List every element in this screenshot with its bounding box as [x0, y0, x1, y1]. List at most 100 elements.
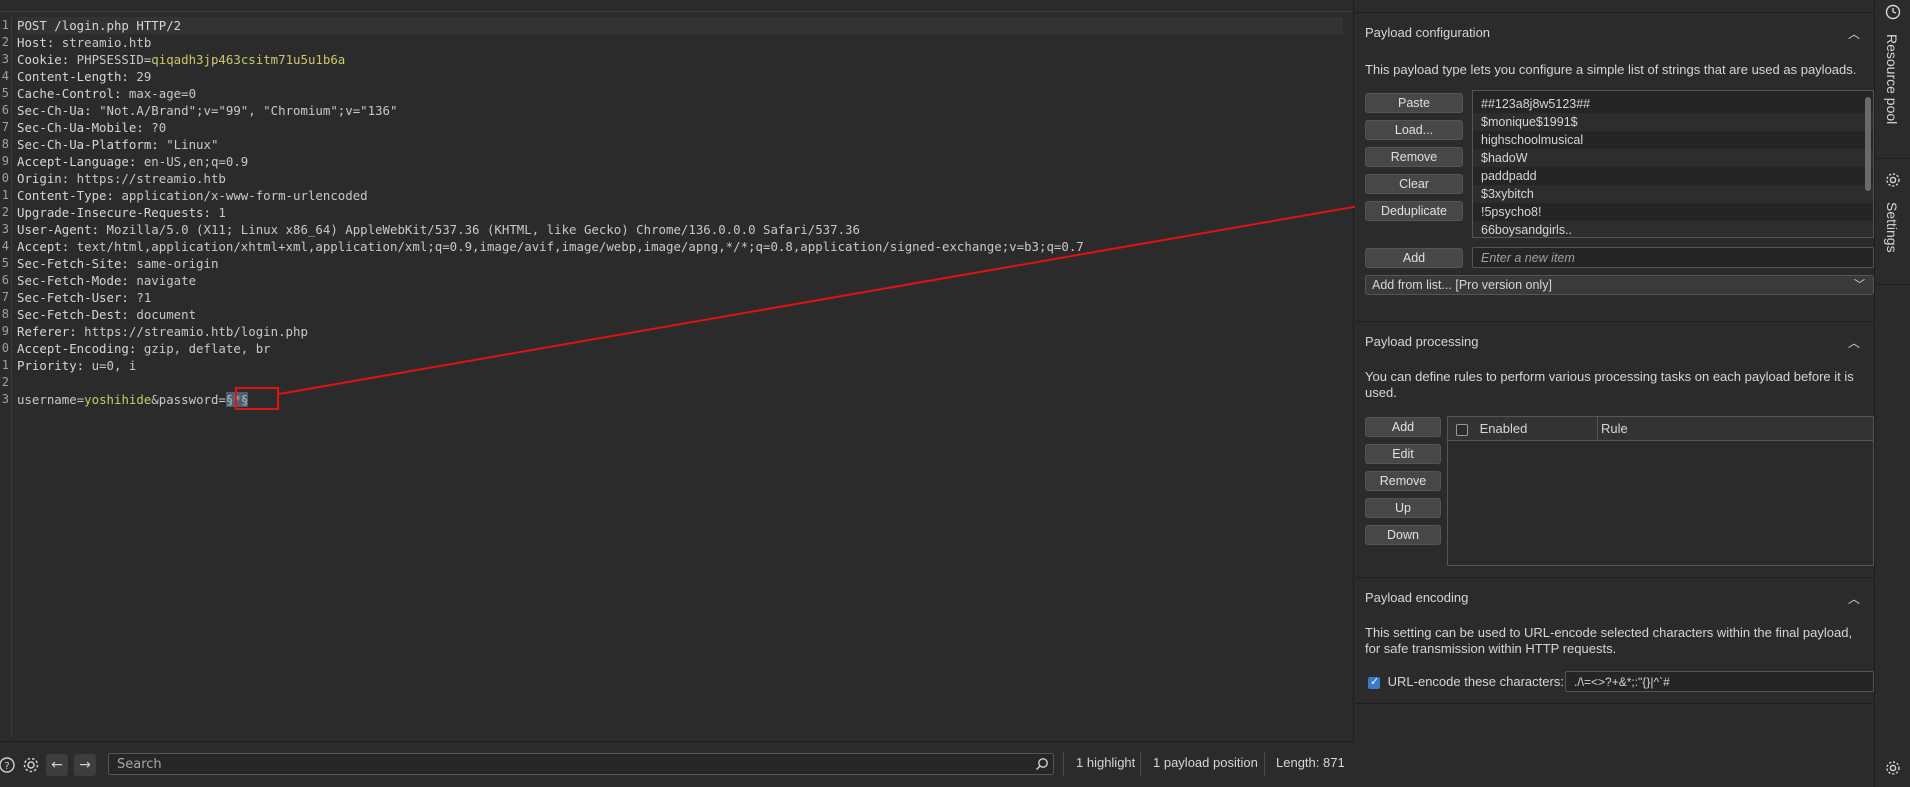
line-number: 5: [1, 256, 9, 270]
header-value: application/x-www-form-urlencoded: [113, 188, 368, 203]
header-host: Host: streamio.htb: [17, 34, 1343, 51]
payload-list[interactable]: ##123a8j8w5123## $monique$1991$ highscho…: [1472, 90, 1874, 238]
header-sec-fetch-mode: Sec-Fetch-Mode: navigate: [17, 272, 1343, 289]
line-number: 6: [1, 273, 9, 287]
edit-rule-button[interactable]: Edit: [1365, 444, 1441, 464]
line-number: 2: [1, 375, 9, 389]
line-number: 1: [1, 18, 9, 32]
add-from-list-label: Add from list... [Pro version only]: [1372, 278, 1552, 292]
paste-button[interactable]: Paste: [1365, 93, 1463, 113]
line-number: 7: [1, 290, 9, 304]
header-name: Sec-Fetch-Mode:: [17, 273, 129, 288]
previous-match-button[interactable]: ←: [46, 754, 68, 776]
help-icon[interactable]: ?: [0, 754, 18, 776]
chevron-up-icon[interactable]: ︿: [1848, 334, 1860, 351]
new-item-input[interactable]: [1472, 247, 1874, 268]
header-sec-fetch-dest: Sec-Fetch-Dest: document: [17, 306, 1343, 323]
line-number: 3: [1, 52, 9, 66]
request-text[interactable]: POST /login.php HTTP/2 Host: streamio.ht…: [17, 17, 1343, 408]
add-from-list-dropdown[interactable]: Add from list... [Pro version only] ﹀: [1365, 275, 1874, 295]
payload-item[interactable]: $monique$1991$: [1473, 113, 1873, 131]
next-match-button[interactable]: →: [74, 754, 96, 776]
header-name: Origin:: [17, 171, 70, 186]
clear-button[interactable]: Clear: [1365, 174, 1463, 194]
gear-icon[interactable]: [20, 754, 42, 776]
settings-tab[interactable]: Settings: [1884, 202, 1900, 253]
line-number: 5: [1, 86, 9, 100]
gear-icon[interactable]: [1884, 760, 1902, 778]
header-value: https://streamio.htb: [69, 171, 226, 186]
add-rule-button[interactable]: Add: [1365, 417, 1441, 437]
header-value: 29: [128, 69, 152, 84]
header-value: en-US,en;q=0.9: [136, 154, 249, 169]
header-value: document: [128, 307, 197, 322]
header-name: Accept-Language:: [17, 154, 137, 169]
payload-configuration-header[interactable]: Payload configuration ︿: [1355, 13, 1874, 51]
request-body: username=yoshihide&password=§*§: [17, 391, 1343, 408]
payload-position-marker[interactable]: §*§: [225, 392, 249, 407]
side-tool-strip: Resource pool Settings: [1874, 0, 1910, 787]
header-name: Sec-Ch-Ua-Platform:: [17, 137, 159, 152]
request-editor[interactable]: 1 2 3 4 5 6 7 8 9 0 1 2 3 4 5 6 7 8 9 0 …: [0, 0, 1354, 741]
url-encode-checkbox[interactable]: [1368, 675, 1380, 689]
column-header-rule[interactable]: Rule: [1598, 417, 1873, 441]
column-header-enabled[interactable]: Enabled: [1448, 417, 1598, 441]
highlight-count: 1 highlight: [1076, 755, 1136, 770]
chevron-up-icon[interactable]: ︿: [1848, 590, 1860, 607]
param-name: password: [158, 392, 219, 407]
payload-item[interactable]: 66boysandgirls..: [1473, 221, 1873, 237]
scrollbar[interactable]: [1865, 97, 1871, 191]
gear-icon[interactable]: [1884, 172, 1902, 190]
section-title: Payload processing: [1365, 333, 1479, 349]
header-name: Cache-Control:: [17, 86, 122, 101]
header-name: Sec-Ch-Ua:: [17, 103, 92, 118]
section-title: Payload configuration: [1365, 24, 1491, 40]
payload-configuration-description: This payload type lets you configure a s…: [1365, 62, 1857, 77]
remove-button[interactable]: Remove: [1365, 147, 1463, 167]
line-number: 8: [1, 137, 9, 151]
payload-item[interactable]: $3xybitch: [1473, 185, 1873, 203]
payload-item[interactable]: paddpadd: [1473, 167, 1873, 185]
url-encode-chars-input[interactable]: [1565, 671, 1874, 692]
cookie-name: PHPSESSID: [69, 52, 144, 67]
line-number: 1: [1, 358, 9, 372]
payload-encoding-header[interactable]: Payload encoding ︿: [1355, 578, 1874, 616]
processing-rules-table[interactable]: Enabled Rule: [1447, 416, 1874, 566]
move-up-button[interactable]: Up: [1365, 498, 1441, 518]
header-name: Sec-Fetch-Dest:: [17, 307, 129, 322]
url-encode-label: URL-encode these characters:: [1387, 674, 1564, 689]
resource-pool-tab[interactable]: Resource pool: [1884, 34, 1900, 124]
payload-item[interactable]: !5psycho8!: [1473, 203, 1873, 221]
line-number: 0: [1, 171, 9, 185]
payload-encoding-description: This setting can be used to URL-encode s…: [1365, 625, 1853, 656]
header-sec-ch-ua-platform: Sec-Ch-Ua-Platform: "Linux": [17, 136, 1343, 153]
separator: [1063, 752, 1064, 776]
deduplicate-button[interactable]: Deduplicate: [1365, 201, 1463, 221]
search-icon[interactable]: [1031, 753, 1053, 775]
payload-item[interactable]: $hadoW: [1473, 149, 1873, 167]
header-accept: Accept: text/html,application/xhtml+xml,…: [17, 238, 1343, 255]
divider: [1875, 284, 1910, 285]
header-value: "Not.A/Brand";v="99", "Chromium";v="136": [91, 103, 398, 118]
header-name: Sec-Ch-Ua-Mobile:: [17, 120, 144, 135]
payload-item[interactable]: ##123a8j8w5123##: [1473, 95, 1873, 113]
search-input[interactable]: [108, 753, 1054, 775]
load-button[interactable]: Load...: [1365, 120, 1463, 140]
payload-processing-header[interactable]: Payload processing ︿: [1355, 322, 1874, 360]
select-all-checkbox[interactable]: [1456, 423, 1468, 436]
add-item-button[interactable]: Add: [1365, 248, 1463, 268]
header-value: streamio.htb: [54, 35, 152, 50]
payload-item[interactable]: highschoolmusical: [1473, 131, 1873, 149]
move-down-button[interactable]: Down: [1365, 525, 1441, 545]
line-number: 8: [1, 307, 9, 321]
line-number: 9: [1, 324, 9, 338]
chevron-up-icon[interactable]: ︿: [1848, 25, 1860, 42]
header-name: User-Agent:: [17, 222, 100, 237]
line-number: 9: [1, 154, 9, 168]
header-priority: Priority: u=0, i: [17, 357, 1343, 374]
header-accept-encoding: Accept-Encoding: gzip, deflate, br: [17, 340, 1343, 357]
line-number-gutter: 1 2 3 4 5 6 7 8 9 0 1 2 3 4 5 6 7 8 9 0 …: [0, 17, 12, 737]
clock-icon[interactable]: [1884, 4, 1902, 22]
header-sec-fetch-site: Sec-Fetch-Site: same-origin: [17, 255, 1343, 272]
remove-rule-button[interactable]: Remove: [1365, 471, 1441, 491]
